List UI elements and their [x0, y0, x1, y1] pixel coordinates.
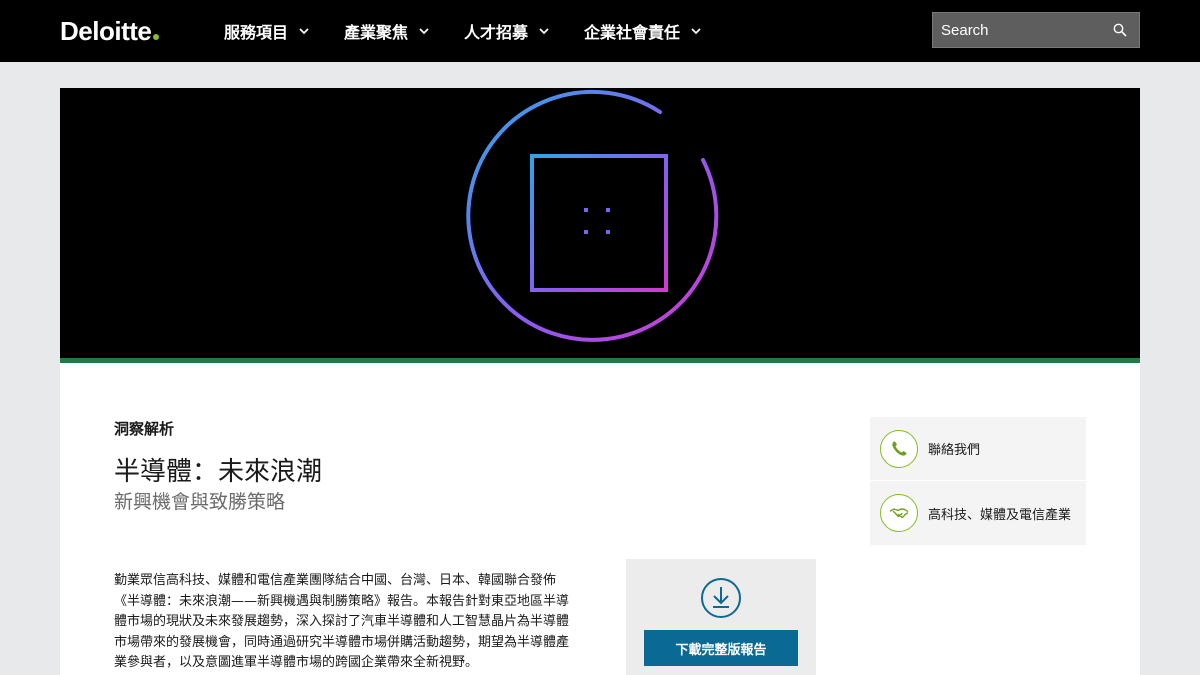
handshake-icon — [880, 494, 918, 532]
article-card: 洞察解析 半導體：未來浪潮 新興機會與致勝策略 勤業眾信高科技、媒體和電信產業團… — [60, 363, 1140, 675]
download-icon[interactable] — [700, 577, 742, 619]
nav-label: 人才招募 — [464, 23, 529, 42]
nav-item-industries[interactable]: 產業聚焦 — [344, 19, 430, 43]
article-summary: 勤業眾信高科技、媒體和電信產業團隊結合中國、台灣、日本、韓國聯合發佈《半導體：未… — [114, 573, 570, 670]
nav-item-careers[interactable]: 人才招募 — [464, 19, 550, 43]
nav-item-services[interactable]: 服務項目 — [224, 19, 310, 43]
page-title: 半導體：未來浪潮 — [114, 457, 323, 487]
search-box — [932, 12, 1140, 48]
main-nav: 服務項目 產業聚焦 人才招募 企業社會責任 — [224, 0, 736, 62]
chevron-down-icon — [691, 28, 701, 35]
search-input[interactable] — [933, 13, 1103, 47]
sidebar-item-label: 聯絡我們 — [928, 443, 981, 458]
nav-label: 企業社會責任 — [584, 23, 681, 42]
hero-banner — [60, 88, 1140, 358]
semiconductor-chip-illustration — [466, 89, 719, 342]
sidebar-item-tmt[interactable]: 高科技、媒體及電信產業 — [870, 481, 1086, 545]
deloitte-logo[interactable]: Deloitte — [60, 16, 160, 47]
related-links-panel: 聯絡我們 高科技、媒體及電信產業 — [870, 417, 1086, 545]
nav-label: 服務項目 — [224, 23, 289, 42]
article-category: 洞察解析 — [114, 420, 175, 438]
nav-item-csr[interactable]: 企業社會責任 — [584, 19, 702, 43]
chevron-down-icon — [539, 28, 549, 35]
phone-icon — [880, 429, 918, 468]
sidebar-item-label: 高科技、媒體及電信產業 — [928, 507, 1072, 523]
logo-dot — [153, 34, 160, 40]
logo-text: Deloitte — [60, 16, 152, 46]
download-report-button[interactable]: 下載完整版報告 — [644, 630, 798, 666]
chevron-down-icon — [299, 28, 309, 35]
sidebar-item-contact[interactable]: 聯絡我們 — [870, 417, 1086, 481]
nav-label: 產業聚焦 — [344, 23, 409, 42]
top-navigation-bar: Deloitte 服務項目 產業聚焦 人才招募 企業社會責任 — [0, 0, 1200, 62]
chevron-down-icon — [419, 28, 429, 35]
page-subtitle: 新興機會與致勝策略 — [114, 491, 286, 513]
search-icon[interactable] — [1113, 23, 1127, 37]
download-panel: 下載完整版報告 — [626, 559, 816, 675]
